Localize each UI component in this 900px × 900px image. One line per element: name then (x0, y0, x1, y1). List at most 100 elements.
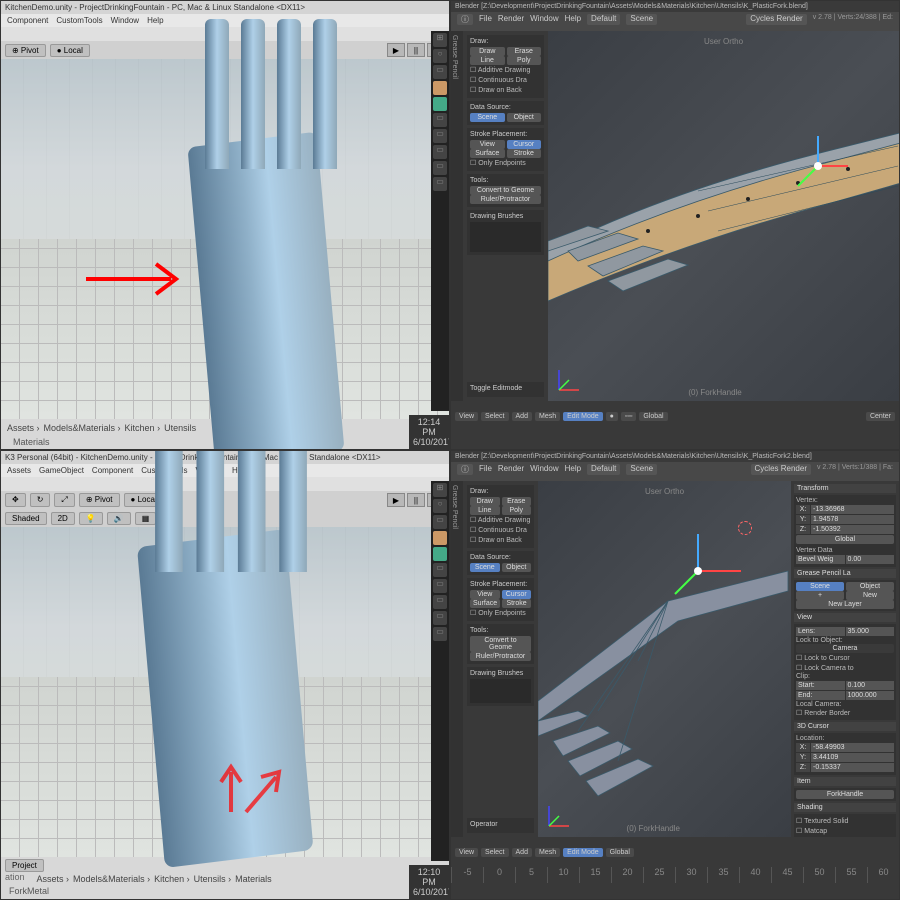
endpoints-check[interactable]: Only Endpoints (470, 158, 541, 168)
project-tab[interactable]: Project (5, 859, 44, 872)
camera-field[interactable]: Camera (796, 644, 894, 653)
start-field[interactable]: 0.100 (846, 681, 895, 690)
menu-gameobject[interactable]: GameObject (39, 466, 84, 475)
taskbar-icon[interactable]: ▭ (433, 563, 447, 577)
add-button[interactable]: + (796, 591, 844, 600)
ruler-button[interactable]: Ruler/Protractor (470, 652, 531, 661)
crumb[interactable]: Kitchen (125, 423, 161, 433)
cursor-button[interactable]: Cursor (502, 590, 532, 599)
view-menu[interactable]: View (455, 848, 478, 857)
chrome-icon[interactable] (433, 547, 447, 561)
taskbar-icon[interactable]: ⊞ (433, 33, 447, 47)
lockcam-check[interactable]: Lock Camera to (796, 663, 894, 673)
shaded-dropdown[interactable]: Shaded (5, 512, 47, 525)
ruler-button[interactable]: Ruler/Protractor (470, 195, 541, 204)
info-icon[interactable]: ⓘ (457, 464, 473, 475)
menu-file[interactable]: File (479, 464, 492, 475)
orient-dropdown[interactable]: Global (606, 848, 634, 857)
drawback-check[interactable]: Draw on Back (470, 535, 531, 545)
new-button[interactable]: New (846, 591, 894, 600)
frame[interactable]: 45 (771, 867, 803, 883)
orient-dropdown[interactable]: Global (639, 412, 667, 421)
unity-scene-view[interactable] (1, 527, 449, 857)
scene-button[interactable]: Scene (796, 582, 844, 591)
line-button[interactable]: Line (470, 506, 500, 515)
mode-dropdown[interactable]: Edit Mode (563, 848, 603, 857)
endpoints-check[interactable]: Only Endpoints (470, 608, 531, 618)
erase-button[interactable]: Erase (502, 497, 532, 506)
convert-button[interactable]: Convert to Geome (470, 186, 541, 195)
end-field[interactable]: 1000.000 (846, 691, 895, 700)
menu-window[interactable]: Window (530, 14, 558, 25)
menu-window[interactable]: Window (530, 464, 558, 475)
add-menu[interactable]: Add (512, 848, 532, 857)
taskbar-icon[interactable]: ▭ (433, 113, 447, 127)
taskbar-icon[interactable]: ▭ (433, 611, 447, 625)
pause-button[interactable]: || (407, 493, 425, 507)
erase-button[interactable]: Erase (507, 47, 542, 56)
additive-check[interactable]: Additive Drawing (470, 65, 541, 75)
crumb[interactable]: Assets (7, 423, 40, 433)
line-button[interactable]: Line (470, 56, 505, 65)
renderer-dropdown[interactable]: Cycles Render (746, 14, 806, 25)
tool-icon[interactable]: ↻ (30, 493, 51, 507)
selmode-icon[interactable]: ▫▫▫ (621, 412, 636, 421)
blender-menubar[interactable]: ⓘ File Render Window Help Default Scene … (451, 462, 899, 477)
shading-icon[interactable]: ● (606, 412, 618, 421)
view-button[interactable]: View (470, 590, 500, 599)
frame[interactable]: 35 (707, 867, 739, 883)
taskbar-icon[interactable]: ▭ (433, 65, 447, 79)
view-header[interactable]: View (794, 613, 896, 622)
mesh-menu[interactable]: Mesh (535, 412, 560, 421)
tool-icon[interactable]: ✥ (5, 493, 26, 507)
windows-taskbar[interactable]: ⊞ ○ ▭ ▭ ▭ ▭ ▭ ▭ (431, 481, 449, 861)
gpencil-header[interactable]: Grease Pencil La (794, 569, 896, 578)
frame[interactable]: 30 (675, 867, 707, 883)
object-button[interactable]: Object (507, 113, 542, 122)
cursor-button[interactable]: Cursor (507, 140, 542, 149)
system-clock[interactable]: 12:14 PM 6/10/2017 (409, 415, 449, 449)
object-button[interactable]: Object (502, 563, 532, 572)
menu-assets[interactable]: Assets (7, 466, 31, 475)
blender-3d-viewport[interactable]: User Ortho (0) ForkHandle (538, 481, 791, 837)
cursor-x[interactable]: -58.49903 (811, 743, 894, 752)
renderer-dropdown[interactable]: Cycles Render (751, 464, 811, 475)
operator-panel[interactable]: Operator (470, 821, 531, 828)
additive-check[interactable]: Additive Drawing (470, 515, 531, 525)
backface-check[interactable]: Backface Culling (796, 836, 894, 837)
frame[interactable]: 50 (803, 867, 835, 883)
tab-greasepencil[interactable]: Grease Pencil (451, 481, 463, 837)
play-button[interactable]: ▶ (387, 493, 405, 507)
fork-model[interactable] (116, 469, 346, 900)
stroke-button[interactable]: Stroke (507, 149, 542, 158)
continuous-check[interactable]: Continuous Dra (470, 75, 541, 85)
chrome-icon[interactable] (433, 97, 447, 111)
newlayer-button[interactable]: New Layer (796, 600, 894, 609)
scene-dropdown[interactable]: Scene (626, 464, 657, 475)
vertex-x[interactable]: -13.36968 (811, 505, 894, 514)
item-header[interactable]: Item (794, 777, 896, 786)
toggle-edit[interactable]: Toggle Editmode (470, 385, 541, 392)
matcap-check[interactable]: Matcap (796, 826, 894, 836)
cursor-z[interactable]: -0.15337 (811, 763, 894, 772)
taskbar-icon[interactable]: ▭ (433, 515, 447, 529)
blender-3d-viewport[interactable]: User Ortho (0) ForkHandle (548, 31, 899, 401)
draw-button[interactable]: Draw (470, 497, 500, 506)
taskbar-icon[interactable]: ▭ (433, 129, 447, 143)
frame[interactable]: 55 (835, 867, 867, 883)
cursor3d-header[interactable]: 3D Cursor (794, 722, 896, 731)
convert-button[interactable]: Convert to Geome (470, 636, 531, 652)
menu-window[interactable]: Window (111, 16, 139, 25)
taskbar-icon[interactable]: ▭ (433, 177, 447, 191)
crumb[interactable]: Models&Materials (44, 423, 121, 433)
renderborder-check[interactable]: Render Border (796, 708, 894, 718)
vertex-y[interactable]: 1.94578 (811, 515, 894, 524)
item-name-field[interactable]: ForkHandle (796, 790, 894, 799)
add-menu[interactable]: Add (512, 412, 532, 421)
firefox-icon[interactable] (433, 531, 447, 545)
tab-greasepencil[interactable]: Grease Pencil (451, 31, 463, 401)
textured-check[interactable]: Textured Solid (796, 816, 894, 826)
frame[interactable]: 0 (483, 867, 515, 883)
taskbar-icon[interactable]: ▭ (433, 627, 447, 641)
pivot-button[interactable]: ⊕ Pivot (5, 44, 46, 57)
